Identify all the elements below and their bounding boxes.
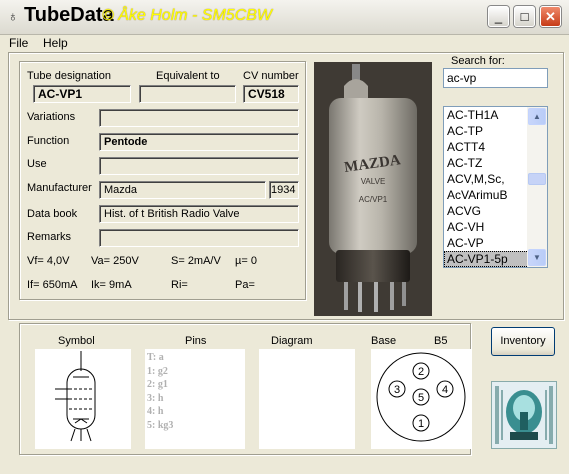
base-pin-number: 3 — [394, 384, 400, 396]
manufacturer-label: Manufacturer — [27, 182, 92, 194]
base-type-label: B5 — [434, 335, 448, 347]
remarks-field[interactable] — [99, 229, 299, 247]
diagram-pane — [259, 349, 355, 449]
ik-value: Ik= 9mA — [91, 279, 132, 291]
pin-entry: 5: kg3 — [147, 419, 174, 431]
minimize-icon: _ — [494, 9, 503, 24]
close-icon: ✕ — [545, 8, 556, 24]
b5-base-diagram-icon: 2 3 4 5 1 — [376, 352, 466, 442]
base-pin-number: 5 — [418, 392, 424, 404]
photo-valve-text: VALVE — [361, 177, 386, 186]
photo-type-text: AC/VP1 — [359, 195, 388, 204]
pins-pane: T: a 1: g2 2: g1 3: h 4: h 5: kg3 — [145, 349, 245, 449]
pin-entry: 4: h — [147, 406, 164, 417]
base-label: Base — [371, 335, 397, 347]
scroll-thumb[interactable] — [528, 173, 546, 185]
menu-file[interactable]: File — [9, 36, 28, 50]
results-scrollbar[interactable]: ▲ ▼ — [527, 107, 547, 267]
base-pin-number: 1 — [418, 418, 424, 430]
pins-label: Pins — [185, 335, 207, 347]
if-value: If= 650mA — [27, 279, 78, 291]
tube-designation-field[interactable]: AC-VP1 — [33, 85, 131, 103]
maximize-button[interactable]: □ — [514, 6, 535, 27]
year-field[interactable]: 1934 — [269, 181, 299, 199]
cv-number-label: CV number — [243, 70, 299, 82]
close-button[interactable]: ✕ — [540, 6, 561, 27]
remarks-label: Remarks — [27, 231, 72, 243]
tube-logo-image — [491, 381, 557, 449]
pin-entry: 1: g2 — [147, 365, 168, 377]
variations-label: Variations — [27, 111, 76, 123]
base-pin-number: 2 — [418, 366, 424, 378]
pin-entry: T: a — [147, 352, 164, 363]
search-label: Search for: — [451, 55, 505, 67]
s-value: S= 2mA/V — [171, 255, 221, 267]
pin-entry: 2: g1 — [147, 379, 168, 390]
scroll-down-icon[interactable]: ▼ — [528, 249, 546, 266]
scroll-up-icon[interactable]: ▲ — [528, 108, 546, 125]
tube-icon[interactable]: ♁ — [5, 8, 21, 24]
cv-number-field[interactable]: CV518 — [243, 85, 299, 103]
diagram-label: Diagram — [271, 335, 313, 347]
mu-value: µ= 0 — [235, 255, 257, 267]
search-input[interactable]: ac-vp — [443, 68, 548, 88]
use-label: Use — [27, 158, 47, 170]
symbol-label: Symbol — [58, 335, 95, 347]
variations-field[interactable] — [99, 109, 299, 127]
menu-bar — [0, 34, 569, 52]
pin-entry: 3: h — [147, 392, 164, 404]
app-author: © Åke Holm - SM5CBW — [102, 7, 273, 24]
menu-help[interactable]: Help — [43, 36, 68, 50]
base-pane: 2 3 4 5 1 — [371, 349, 471, 449]
inventory-button[interactable]: Inventory — [491, 327, 555, 356]
app-title: TubeData — [24, 4, 114, 26]
tube-photo: MAZDA VALVE AC/VP1 — [314, 62, 432, 316]
pentode-symbol-icon — [55, 351, 96, 442]
base-pin-number: 4 — [442, 384, 448, 396]
symbol-pane — [35, 349, 131, 449]
minimize-button[interactable]: _ — [488, 6, 509, 27]
maximize-icon: □ — [520, 9, 529, 24]
va-value: Va= 250V — [91, 255, 139, 267]
ri-value: Ri= — [171, 279, 188, 291]
use-field[interactable] — [99, 157, 299, 175]
function-label: Function — [27, 135, 70, 147]
equivalent-label: Equivalent to — [156, 70, 220, 82]
equivalent-field[interactable] — [139, 85, 236, 103]
databook-label: Data book — [27, 208, 78, 220]
vf-value: Vf= 4,0V — [27, 255, 70, 267]
databook-field[interactable]: Hist. of t British Radio Valve — [99, 205, 299, 223]
function-field[interactable]: Pentode — [99, 133, 299, 151]
tube-designation-label: Tube designation — [27, 70, 111, 82]
pa-value: Pa= — [235, 279, 255, 291]
manufacturer-field[interactable]: Mazda — [99, 181, 266, 199]
